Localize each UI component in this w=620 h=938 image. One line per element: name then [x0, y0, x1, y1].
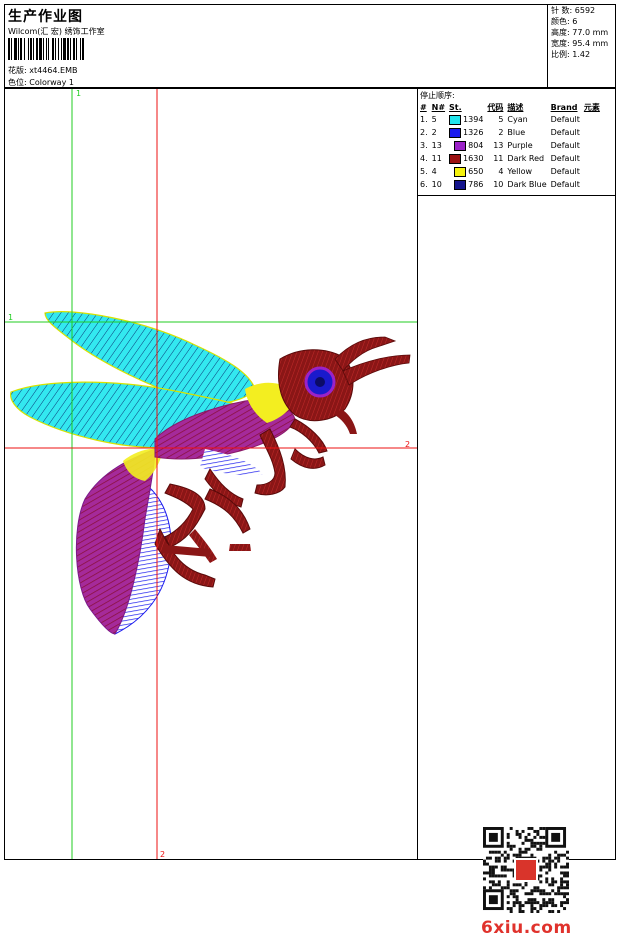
col-header-stitches: St. — [449, 102, 462, 112]
row-description: Yellow — [507, 167, 533, 176]
design-canvas: 1 1 2 2 — [5, 89, 418, 859]
row-brand: Default — [550, 128, 580, 137]
row-element — [583, 126, 603, 139]
page-title: 生产作业图 — [8, 9, 83, 25]
guide-label-h1: 1 — [8, 313, 13, 322]
table-row: 1. 5 1394 5 Cyan Default — [419, 113, 603, 126]
table-row: 6. 10 786 10 Dark Blue Default — [419, 178, 603, 191]
body-panel: 1 1 2 2 停止顺序: # N# St. 代码 描述 Brand 元素 1.… — [4, 88, 616, 938]
guide-label-h2: 2 — [405, 440, 410, 449]
stop-sequence-panel: 停止顺序: # N# St. 代码 描述 Brand 元素 1. 5 1394 5 Cy… — [418, 89, 615, 196]
row-index: 3. — [420, 141, 428, 150]
table-row: 4. 11 1630 11 Dark Red Default — [419, 152, 603, 165]
company-name: Wilcom(汇 宏) 绣饰工作室 — [8, 27, 105, 36]
col-header-element: 元素 — [583, 102, 600, 112]
row-index: 5. — [420, 167, 428, 176]
row-index: 6. — [420, 180, 428, 189]
row-code: 5 — [498, 115, 504, 124]
row-stitches: 786 — [448, 178, 486, 191]
table-row: 2. 2 1326 2 Blue Default — [419, 126, 603, 139]
design-scale: 比例: 1.42 — [551, 50, 591, 59]
row-needle: 5 — [431, 115, 437, 124]
design-width: 宽度: 95.4 mm — [551, 39, 609, 48]
color-swatch — [454, 166, 467, 177]
stitch-count: 针 数: 6592 — [551, 6, 596, 15]
row-description: Dark Blue — [507, 180, 547, 189]
row-description: Cyan — [507, 115, 528, 124]
color-count: 颜色: 6 — [551, 17, 578, 26]
row-needle: 11 — [431, 154, 442, 163]
watermark-site: 6xiu.com — [481, 918, 572, 938]
col-header-needle: N# — [431, 102, 446, 112]
row-stitches: 804 — [448, 139, 486, 152]
middle-leg-3 — [229, 544, 251, 551]
row-element — [583, 139, 603, 152]
row-brand: Default — [550, 154, 580, 163]
embroidery-preview: 1 1 2 2 — [5, 89, 417, 859]
guide-label-v2: 2 — [160, 850, 165, 859]
mandible — [335, 409, 357, 434]
color-swatch — [454, 179, 467, 190]
stop-sequence-title: 停止顺序: — [420, 91, 455, 100]
row-needle: 4 — [431, 167, 437, 176]
row-code: 4 — [498, 167, 504, 176]
row-stitches: 650 — [448, 165, 486, 178]
col-header-code: 代码 — [487, 102, 504, 112]
row-brand: Default — [550, 167, 580, 176]
table-row: 3. 13 804 13 Purple Default — [419, 139, 603, 152]
row-code: 10 — [493, 180, 504, 189]
color-swatch — [449, 127, 462, 138]
table-row: 5. 4 650 4 Yellow Default — [419, 165, 603, 178]
row-code: 13 — [493, 141, 504, 150]
row-stitches: 1394 — [448, 113, 486, 126]
hind-leg-3 — [189, 529, 217, 563]
col-header-brand: Brand — [550, 102, 578, 112]
barcode — [8, 38, 136, 60]
qr-code — [483, 827, 569, 913]
design-file-label: 花版: xt4464.EMB — [8, 66, 78, 75]
table-header-row: # N# St. 代码 描述 Brand 元素 — [419, 101, 603, 113]
row-code: 11 — [493, 154, 504, 163]
row-description: Dark Red — [507, 154, 545, 163]
colorway-label: 色位: Colorway 1 — [8, 78, 74, 87]
row-brand: Default — [550, 115, 580, 124]
row-needle: 2 — [431, 128, 437, 137]
color-swatch — [454, 140, 467, 151]
row-element — [583, 113, 603, 126]
row-description: Blue — [507, 128, 526, 137]
row-index: 1. — [420, 115, 428, 124]
row-brand: Default — [550, 180, 580, 189]
row-needle: 10 — [431, 180, 442, 189]
row-code: 2 — [498, 128, 504, 137]
stop-sequence-table: # N# St. 代码 描述 Brand 元素 1. 5 1394 5 Cyan Defa… — [419, 101, 603, 191]
col-header-index: # — [420, 102, 427, 112]
color-swatch — [449, 153, 462, 164]
row-element — [583, 165, 603, 178]
row-index: 2. — [420, 128, 428, 137]
header-panel: 生产作业图 Wilcom(汇 宏) 绣饰工作室 花版: xt4464.EMB 色… — [4, 4, 617, 89]
row-index: 4. — [420, 154, 428, 163]
col-header-description: 描述 — [507, 102, 524, 112]
row-element — [583, 178, 603, 191]
row-brand: Default — [550, 141, 580, 150]
design-height: 高度: 77.0 mm — [551, 28, 609, 37]
color-swatch — [449, 114, 462, 125]
design-info-box: 针 数: 6592 颜色: 6 高度: 77.0 mm 宽度: 95.4 mm … — [547, 5, 617, 89]
row-stitches: 1326 — [448, 126, 486, 139]
row-description: Purple — [507, 141, 533, 150]
row-needle: 13 — [431, 141, 442, 150]
guide-label-v1: 1 — [76, 89, 81, 98]
row-stitches: 1630 — [448, 152, 486, 165]
row-element — [583, 152, 603, 165]
